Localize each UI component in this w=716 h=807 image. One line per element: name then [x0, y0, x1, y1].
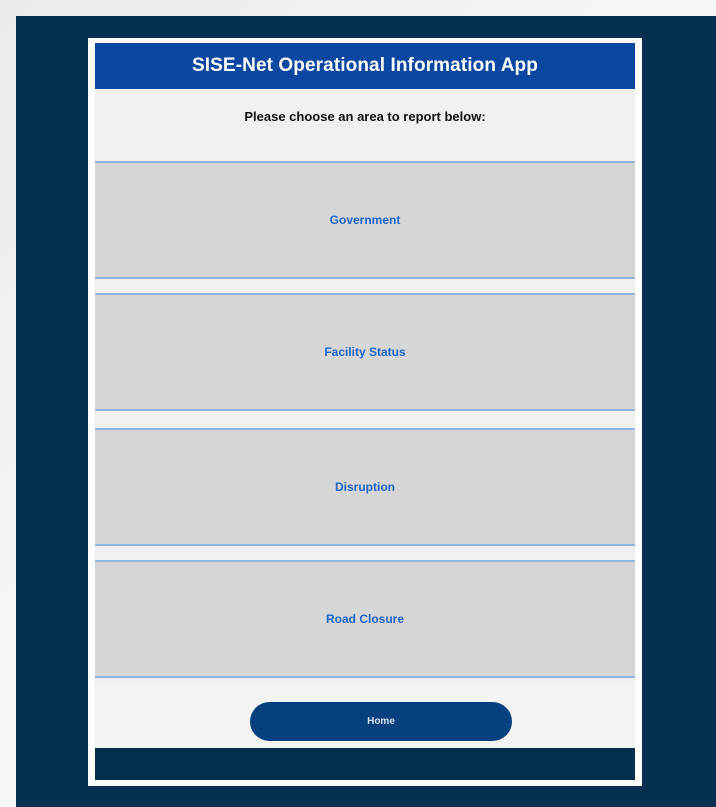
facility-status-label: Facility Status	[324, 345, 406, 359]
instruction-text: Please choose an area to report below:	[244, 109, 486, 124]
device-bezel: SISE-Net Operational Information App Ple…	[88, 38, 642, 786]
home-button[interactable]: Home	[250, 702, 512, 741]
home-label: Home	[367, 716, 395, 727]
government-button[interactable]: Government	[95, 161, 635, 279]
disruption-button[interactable]: Disruption	[95, 428, 635, 546]
app-header: SISE-Net Operational Information App	[95, 43, 635, 89]
app-title: SISE-Net Operational Information App	[192, 55, 538, 76]
government-label: Government	[329, 213, 401, 227]
facility-status-button[interactable]: Facility Status	[95, 293, 635, 411]
road-closure-button[interactable]: Road Closure	[95, 560, 635, 678]
footer-bar	[95, 748, 635, 780]
app-screen: SISE-Net Operational Information App Ple…	[95, 43, 635, 780]
road-closure-label: Road Closure	[325, 612, 404, 626]
disruption-label: Disruption	[335, 480, 395, 494]
